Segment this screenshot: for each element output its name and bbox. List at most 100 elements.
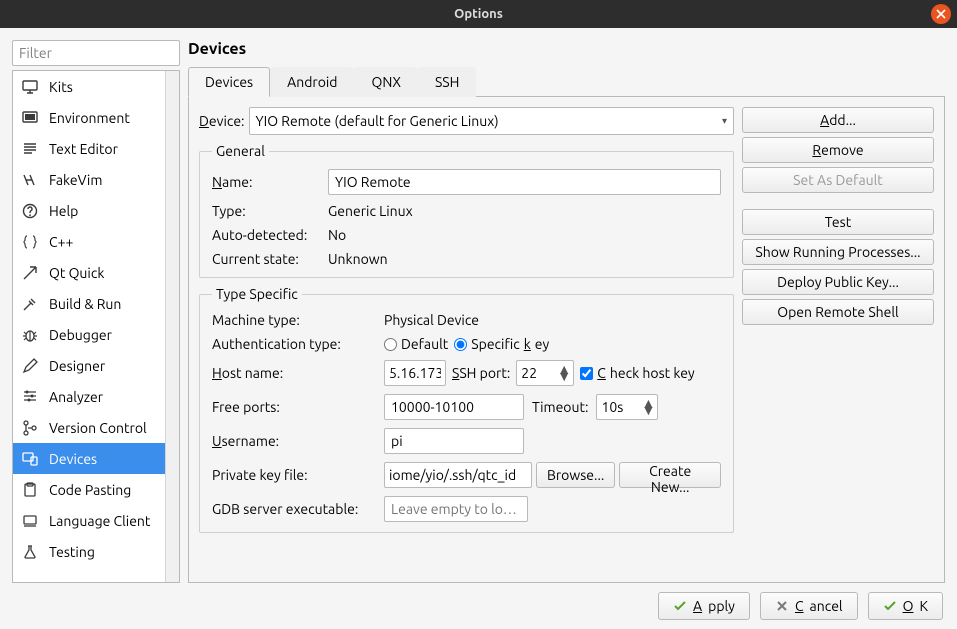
name-input[interactable] (328, 169, 721, 195)
sidebar: Kits Environment Text Editor FakeVim Hel… (12, 40, 180, 583)
username-input[interactable] (384, 428, 524, 454)
category-analyzer[interactable]: Analyzer (13, 381, 165, 412)
type-label: Type: (212, 203, 322, 219)
key-input[interactable] (384, 462, 532, 488)
key-row: Browse... Create New... (384, 462, 721, 488)
category-testing[interactable]: Testing (13, 536, 165, 567)
device-select-value: YIO Remote (default for Generic Linux) (256, 113, 499, 129)
apply-button[interactable]: Apply (658, 592, 750, 620)
fakevim-icon (21, 171, 39, 189)
machine-label: Machine type: (212, 312, 380, 328)
ssh-label: SSH port: (452, 365, 510, 381)
gdb-label: GDB server executable: (212, 501, 380, 517)
set-default-button[interactable]: Set As Default (742, 167, 934, 193)
category-debugger[interactable]: Debugger (13, 319, 165, 350)
client-icon (21, 512, 39, 530)
ssh-port-input[interactable]: 22▲▼ (516, 360, 574, 386)
host-label: Host name: (212, 365, 380, 381)
help-icon (21, 202, 39, 220)
title-bar: Options (0, 0, 957, 28)
down-icon[interactable]: ▼ (641, 407, 653, 414)
check-host-key[interactable]: Check host key (580, 365, 694, 381)
deploy-key-button[interactable]: Deploy Public Key... (742, 269, 934, 295)
category-environment[interactable]: Environment (13, 102, 165, 133)
host-input[interactable] (384, 360, 446, 386)
cancel-button[interactable]: Cancel (760, 592, 858, 620)
add-button[interactable]: Add... (742, 107, 934, 133)
general-legend: General (212, 143, 269, 159)
gdb-input[interactable] (384, 496, 528, 522)
side-buttons: Add... Remove Set As Default Test Show R… (742, 107, 934, 572)
category-devices[interactable]: Devices (13, 443, 165, 474)
devices-icon (21, 450, 39, 468)
flask-icon (21, 543, 39, 561)
category-label: Environment (49, 110, 130, 126)
category-designer[interactable]: Designer (13, 350, 165, 381)
tab-bar: Devices Android QNX SSH (188, 66, 945, 97)
category-cpp[interactable]: C++ (13, 226, 165, 257)
category-build-run[interactable]: Build & Run (13, 288, 165, 319)
category-language-client[interactable]: Language Client (13, 505, 165, 536)
tab-devices[interactable]: Devices (188, 67, 270, 97)
category-list-inner: Kits Environment Text Editor FakeVim Hel… (13, 71, 165, 582)
tab-android[interactable]: Android (270, 67, 354, 97)
tab-content: Device: YIO Remote (default for Generic … (188, 97, 945, 583)
category-label: Text Editor (49, 141, 118, 157)
category-label: Help (49, 203, 78, 219)
check-icon (673, 599, 687, 613)
category-label: Analyzer (49, 389, 103, 405)
pencil-icon (21, 357, 39, 375)
category-label: Language Client (49, 513, 150, 529)
tab-left: Device: YIO Remote (default for Generic … (199, 107, 734, 572)
page-title: Devices (188, 40, 945, 58)
category-kits[interactable]: Kits (13, 71, 165, 102)
category-label: Debugger (49, 327, 112, 343)
ok-button[interactable]: OK (868, 592, 943, 620)
type-specific-section: Type Specific Machine type: Physical Dev… (199, 286, 734, 533)
device-row: Device: YIO Remote (default for Generic … (199, 107, 734, 135)
check-icon (883, 599, 897, 613)
paste-icon (21, 481, 39, 499)
filter-input[interactable] (12, 40, 180, 66)
host-row: SSH port: 22▲▼ Check host key (384, 360, 721, 386)
analyzer-icon (21, 388, 39, 406)
main-panel: Devices Devices Android QNX SSH Device: … (188, 40, 945, 583)
bug-icon (21, 326, 39, 344)
tab-qnx[interactable]: QNX (354, 67, 417, 97)
x-icon (775, 599, 789, 613)
down-icon[interactable]: ▼ (557, 373, 569, 380)
free-ports-input[interactable] (384, 394, 524, 420)
hammer-icon (21, 295, 39, 313)
remove-button[interactable]: Remove (742, 137, 934, 163)
open-shell-button[interactable]: Open Remote Shell (742, 299, 934, 325)
timeout-input[interactable]: 10s▲▼ (596, 394, 658, 420)
auth-radio-row: Default Specific key (384, 336, 721, 352)
sidebar-scrollbar[interactable] (165, 71, 179, 582)
create-new-button[interactable]: Create New... (619, 462, 721, 488)
category-label: FakeVim (49, 172, 102, 188)
auth-default-radio[interactable]: Default (384, 336, 448, 352)
screen-icon (21, 109, 39, 127)
auth-key-radio[interactable]: Specific key (454, 336, 549, 352)
category-help[interactable]: Help (13, 195, 165, 226)
test-button[interactable]: Test (742, 209, 934, 235)
device-select[interactable]: YIO Remote (default for Generic Linux) ▾ (249, 107, 735, 135)
show-processes-button[interactable]: Show Running Processes... (742, 239, 934, 265)
general-section: General Name: Type: Generic Linux Auto-d… (199, 143, 734, 278)
category-label: Code Pasting (49, 482, 131, 498)
auto-label: Auto-detected: (212, 227, 322, 243)
type-value: Generic Linux (328, 203, 721, 219)
tab-ssh[interactable]: SSH (418, 67, 476, 97)
category-label: Kits (49, 79, 73, 95)
category-code-pasting[interactable]: Code Pasting (13, 474, 165, 505)
close-button[interactable] (931, 4, 951, 24)
category-version-control[interactable]: Version Control (13, 412, 165, 443)
free-label: Free ports: (212, 399, 380, 415)
branch-icon (21, 419, 39, 437)
browse-button[interactable]: Browse... (536, 462, 615, 488)
category-text-editor[interactable]: Text Editor (13, 133, 165, 164)
category-fakevim[interactable]: FakeVim (13, 164, 165, 195)
category-qtquick[interactable]: Qt Quick (13, 257, 165, 288)
braces-icon (21, 233, 39, 251)
category-label: Qt Quick (49, 265, 104, 281)
